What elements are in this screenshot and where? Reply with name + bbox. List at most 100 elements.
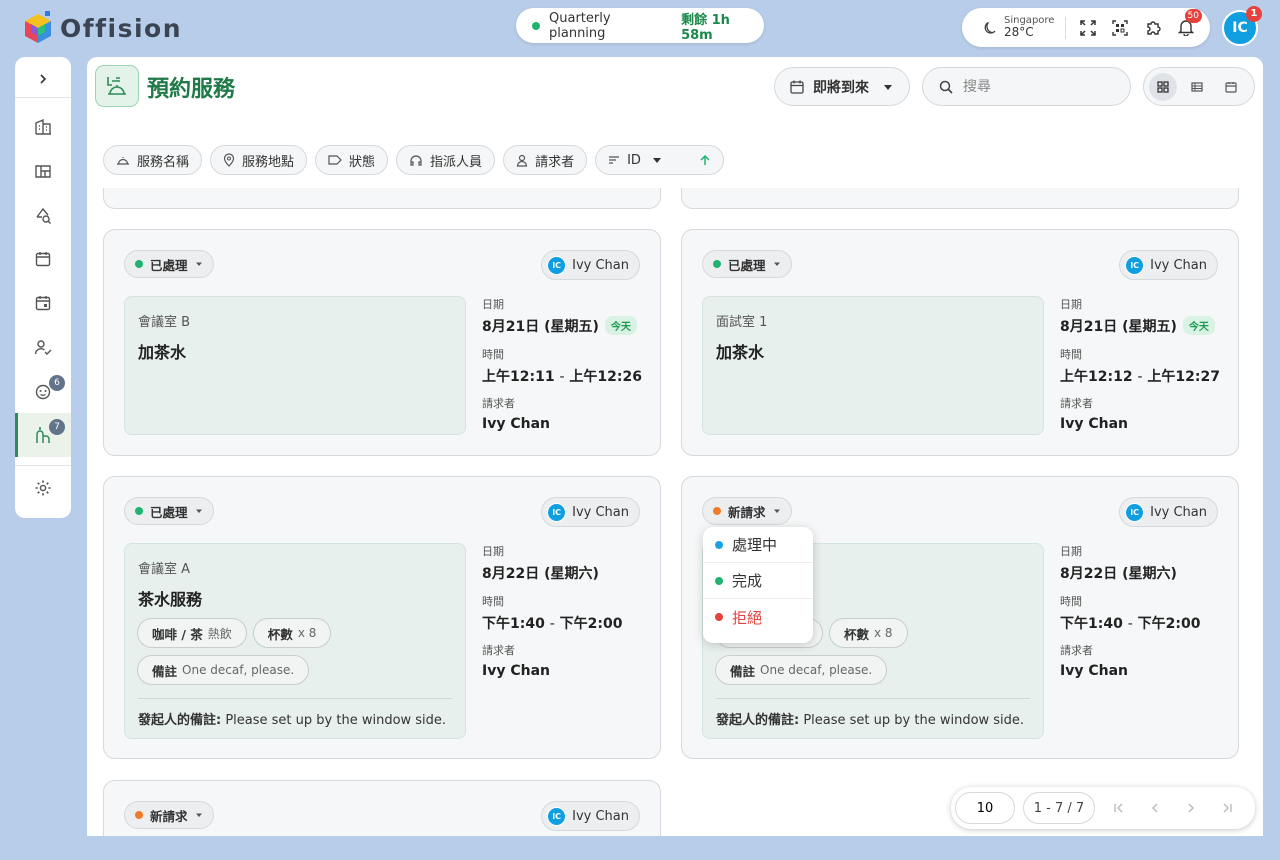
sidebar-expand-button[interactable]	[15, 57, 71, 101]
sidebar-item-settings[interactable]	[15, 466, 71, 510]
location-pin-icon	[223, 153, 235, 167]
search-input[interactable]	[963, 78, 1113, 95]
time-value: 下午1:40 - 下午2:00	[482, 613, 622, 633]
status-label: 已處理	[150, 504, 188, 520]
status-dropdown[interactable]: 已處理	[702, 250, 792, 278]
assignee-chip[interactable]: IC Ivy Chan	[1119, 250, 1218, 280]
assignee-chip[interactable]: IC Ivy Chan	[1119, 497, 1218, 527]
sidebar-item-buildings[interactable]	[15, 105, 71, 149]
sidebar-item-services[interactable]: 7	[15, 413, 71, 457]
status-option-done[interactable]: 完成	[703, 563, 813, 599]
assignee-chip[interactable]: IC Ivy Chan	[541, 250, 640, 280]
qr-scan-icon	[1112, 19, 1129, 36]
filter-assignee-label: 指派人員	[430, 154, 483, 170]
fullscreen-button[interactable]	[1071, 13, 1104, 43]
sidebar-item-floorplan[interactable]	[15, 149, 71, 193]
status-option-reject[interactable]: 拒絕	[703, 599, 813, 635]
time-separator: -	[549, 616, 555, 632]
status-dropdown[interactable]: 新請求	[702, 497, 792, 525]
requester-label: 請求者	[1060, 397, 1093, 410]
app-logo[interactable]: Offision	[22, 10, 182, 46]
initiator-note: 發起人的備註: Please set up by the window side…	[138, 709, 446, 728]
sidebar-item-bookings[interactable]	[15, 281, 71, 325]
floor-plan-icon	[35, 165, 51, 178]
sidebar-item-guests[interactable]: 6	[15, 369, 71, 413]
page-icon	[95, 65, 139, 107]
assignee-chip[interactable]: IC Ivy Chan	[541, 801, 640, 831]
date-label: 日期	[1060, 298, 1082, 311]
initiator-note-text: Please set up by the window side.	[803, 713, 1025, 728]
status-dot	[713, 260, 721, 268]
initiator-note-label: 發起人的備註:	[138, 713, 222, 728]
chevron-left-icon	[1152, 803, 1158, 813]
guests-badge: 6	[49, 375, 65, 391]
first-page-button[interactable]	[1101, 792, 1137, 824]
date-text: 8月21日 (星期五)	[482, 319, 599, 335]
last-page-button[interactable]	[1209, 792, 1245, 824]
page-range: 1 - 7 / 7	[1023, 792, 1095, 824]
user-avatar[interactable]: IC 1	[1222, 6, 1262, 46]
prev-page-button[interactable]	[1137, 792, 1173, 824]
sidebar-item-calendar[interactable]	[15, 237, 71, 281]
extensions-button[interactable]	[1137, 13, 1170, 43]
option-chip: 杯數 x 8	[252, 618, 332, 648]
date-label: 日期	[482, 545, 504, 558]
status-dropdown[interactable]: 已處理	[124, 497, 214, 525]
sidebar-item-checkin[interactable]	[15, 325, 71, 369]
assignee-chip[interactable]: IC Ivy Chan	[541, 497, 640, 527]
filter-assignee[interactable]: 指派人員	[396, 145, 496, 175]
service-card[interactable]	[103, 188, 661, 209]
meeting-timer[interactable]: Quarterly planning 剩餘 1h 58m	[516, 8, 764, 43]
filter-service-name[interactable]: 服務名稱	[103, 145, 203, 175]
filter-requester[interactable]: 請求者	[503, 145, 588, 175]
status-dropdown[interactable]: 已處理	[124, 250, 214, 278]
service-location: 會議室 B	[138, 315, 191, 330]
service-card[interactable]	[681, 188, 1239, 209]
time-label: 時間	[482, 595, 504, 608]
assignee-avatar: IC	[547, 502, 567, 522]
sort-select[interactable]: ID	[595, 145, 725, 175]
status-option-processing[interactable]: 處理中	[703, 527, 813, 563]
period-select[interactable]: 即將到來	[774, 67, 910, 106]
option-value: x 8	[874, 626, 893, 640]
start-time: 下午1:40	[1060, 616, 1123, 632]
note-divider	[716, 698, 1030, 699]
user-check-icon	[34, 340, 52, 355]
notification-count-badge: 50	[1184, 8, 1202, 23]
service-card[interactable]: 已處理 IC Ivy Chan 會議室 A 茶水服務 咖啡 / 茶熱飲 杯數 x …	[103, 476, 661, 759]
pagination: 1 - 7 / 7	[951, 787, 1255, 829]
services-badge: 7	[49, 419, 65, 435]
filter-status[interactable]: 狀態	[315, 145, 389, 175]
status-label: 新請求	[728, 504, 766, 520]
start-time: 上午12:12	[1060, 369, 1133, 385]
end-time: 上午12:27	[1147, 369, 1220, 385]
list-view-button[interactable]	[1183, 73, 1211, 101]
grid-view-button[interactable]	[1149, 72, 1177, 101]
page-size-input[interactable]	[955, 792, 1015, 824]
assignee-avatar: IC	[547, 806, 567, 826]
sort-ascending-icon[interactable]	[699, 154, 711, 166]
notifications-button[interactable]: 50	[1169, 8, 1202, 43]
option-chip: 備註 One decaf, please.	[137, 655, 310, 685]
option-value: x 8	[297, 626, 317, 640]
caret-down-icon	[773, 262, 780, 266]
puzzle-icon	[1146, 21, 1161, 35]
assignee-avatar: IC	[1125, 502, 1145, 522]
service-card[interactable]: 已處理 IC Ivy Chan 面試室 1 加茶水 日期 8月21日 (星期五)…	[681, 229, 1239, 456]
calendar-view-button[interactable]	[1217, 73, 1245, 101]
gear-icon	[35, 480, 51, 496]
start-time: 上午12:11	[482, 369, 555, 385]
qr-scan-button[interactable]	[1104, 13, 1137, 43]
service-card[interactable]: 新請求 IC Ivy Chan	[103, 780, 661, 836]
filter-location[interactable]: 服務地點	[210, 145, 308, 175]
status-dropdown[interactable]: 新請求	[124, 801, 214, 829]
app-name: Offision	[60, 13, 182, 43]
option-row: 備註 One decaf, please.	[137, 655, 310, 685]
service-card[interactable]: 已處理 IC Ivy Chan 會議室 B 加茶水 日期 8月21日 (星期五)…	[103, 229, 661, 456]
calendar-icon	[790, 80, 804, 94]
sidebar-item-find-space[interactable]	[15, 193, 71, 237]
requester-name: Ivy Chan	[482, 416, 550, 432]
time-separator: -	[1137, 369, 1143, 385]
status-dot	[135, 260, 143, 268]
next-page-button[interactable]	[1173, 792, 1209, 824]
